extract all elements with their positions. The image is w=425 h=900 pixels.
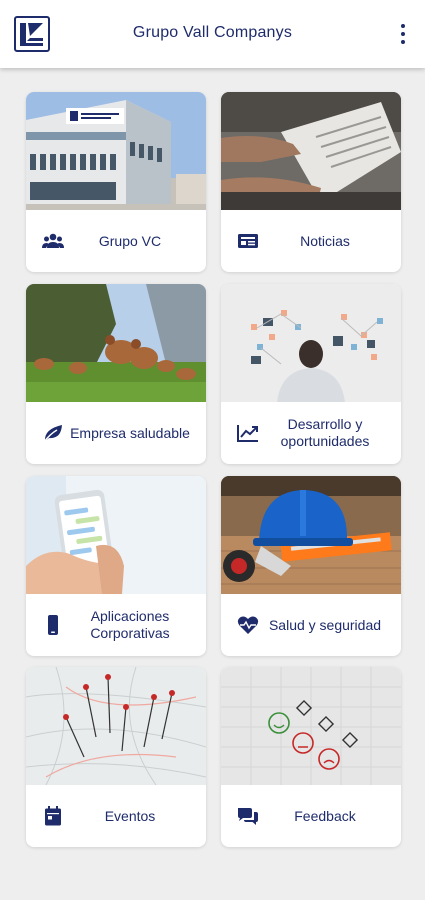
planning-wall-photo: [221, 284, 401, 402]
tile-aplicaciones-corporativas[interactable]: Aplicaciones Corporativas: [26, 476, 206, 656]
feedback-faces-photo: [221, 667, 401, 785]
chickens-field-photo: [26, 284, 206, 402]
tile-label: Feedback: [294, 807, 356, 824]
tile-desarrollo-oportunidades[interactable]: Desarrollo y oportunidades: [221, 284, 401, 464]
more-vert-icon[interactable]: [395, 22, 411, 46]
tile-feedback[interactable]: Feedback: [221, 667, 401, 847]
tile-label: Salud y seguridad: [268, 616, 382, 633]
app-title: Grupo Vall Companys: [132, 24, 293, 41]
tile-noticias[interactable]: Noticias: [221, 92, 401, 272]
tile-empresa-saludable[interactable]: Empresa saludable: [26, 284, 206, 464]
tile-label: Noticias: [300, 232, 350, 249]
app-bar: Grupo Vall Companys: [0, 0, 425, 68]
tile-label: Aplicaciones Corporativas: [90, 608, 170, 641]
office-building-photo: [26, 92, 206, 210]
tile-salud-seguridad[interactable]: Salud y seguridad: [221, 476, 401, 656]
newspaper-reading-photo: [221, 92, 401, 210]
tile-label: Desarrollo y oportunidades: [280, 416, 370, 449]
safety-helmet-photo: [221, 476, 401, 594]
tile-label: Eventos: [104, 807, 156, 824]
tile-eventos[interactable]: Eventos: [26, 667, 206, 847]
phone-chat-photo: [26, 476, 206, 594]
tile-label: Grupo VC: [98, 232, 162, 249]
tile-label: Empresa saludable: [70, 424, 190, 441]
tile-grupo-vc[interactable]: Grupo VC: [26, 92, 206, 272]
map-pins-photo: [26, 667, 206, 785]
